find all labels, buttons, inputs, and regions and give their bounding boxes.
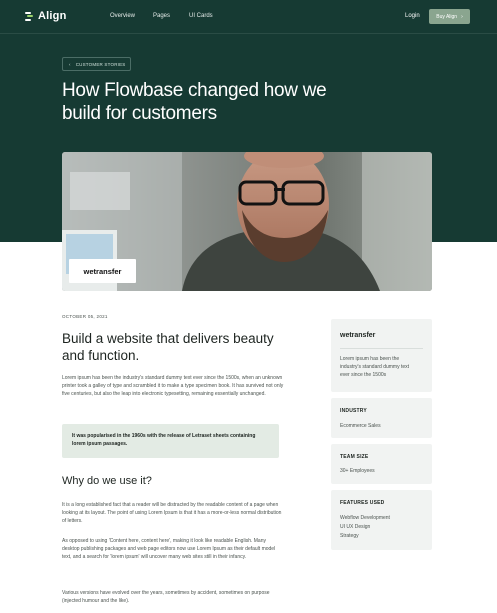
- top-navbar: Align Overview Pages UI Cards Login Buy …: [0, 0, 497, 34]
- feature-item: UI UX Design: [340, 524, 371, 530]
- features-title: FEATURES USED: [340, 500, 385, 506]
- login-link[interactable]: Login: [405, 13, 420, 19]
- nav-link-overview[interactable]: Overview: [110, 13, 135, 19]
- logo-text: Align: [38, 10, 67, 22]
- feature-item: Webflow Development: [340, 515, 390, 521]
- tag-label: CUSTOMER STORIES: [75, 61, 126, 67]
- article-paragraph: Various versions have evolved over the y…: [62, 590, 270, 604]
- sidebar-card-industry: [331, 398, 432, 438]
- article-date: OCTOBER 05, 2021: [62, 314, 108, 319]
- article-heading: Build a website that delivers beauty and…: [62, 331, 274, 363]
- sidebar-card-team-size: [331, 444, 432, 484]
- nav-link-ui-cards[interactable]: UI Cards: [189, 13, 213, 19]
- chevron-right-icon: ›: [461, 13, 463, 20]
- nav-link-pages[interactable]: Pages: [153, 13, 170, 19]
- industry-title: INDUSTRY: [340, 408, 367, 414]
- article-paragraph: It is a long established fact that a rea…: [62, 502, 282, 524]
- chevron-left-icon: ‹: [69, 61, 71, 67]
- wetransfer-logo: wetransfer: [69, 259, 136, 283]
- page-title: How Flowbase changed how we build for cu…: [62, 80, 327, 124]
- team-size-value: 30+ Employees: [340, 468, 375, 474]
- buy-align-label: Buy Align: [436, 13, 458, 20]
- sidebar-divider: [340, 348, 423, 349]
- feature-item: Strategy: [340, 533, 359, 539]
- article-subheading: Why do we use it?: [62, 475, 152, 487]
- customer-stories-tag[interactable]: ‹ CUSTOMER STORIES: [62, 57, 131, 71]
- industry-value: Ecommerce Sales: [340, 423, 381, 429]
- article-intro: Lorem ipsum has been the industry's stan…: [62, 375, 284, 397]
- team-size-title: TEAM SIZE: [340, 454, 369, 460]
- sidebar-brand-logo: wetransfer: [340, 332, 376, 339]
- logo-icon: [25, 11, 33, 21]
- sidebar-brand-text: Lorem ipsum has been the industry's stan…: [340, 356, 410, 378]
- buy-align-button[interactable]: Buy Align ›: [429, 9, 470, 24]
- article-paragraph: As opposed to using 'Content here, conte…: [62, 538, 276, 560]
- article-quote: It was popularised in the 1960s with the…: [62, 424, 279, 458]
- logo[interactable]: Align: [25, 10, 67, 22]
